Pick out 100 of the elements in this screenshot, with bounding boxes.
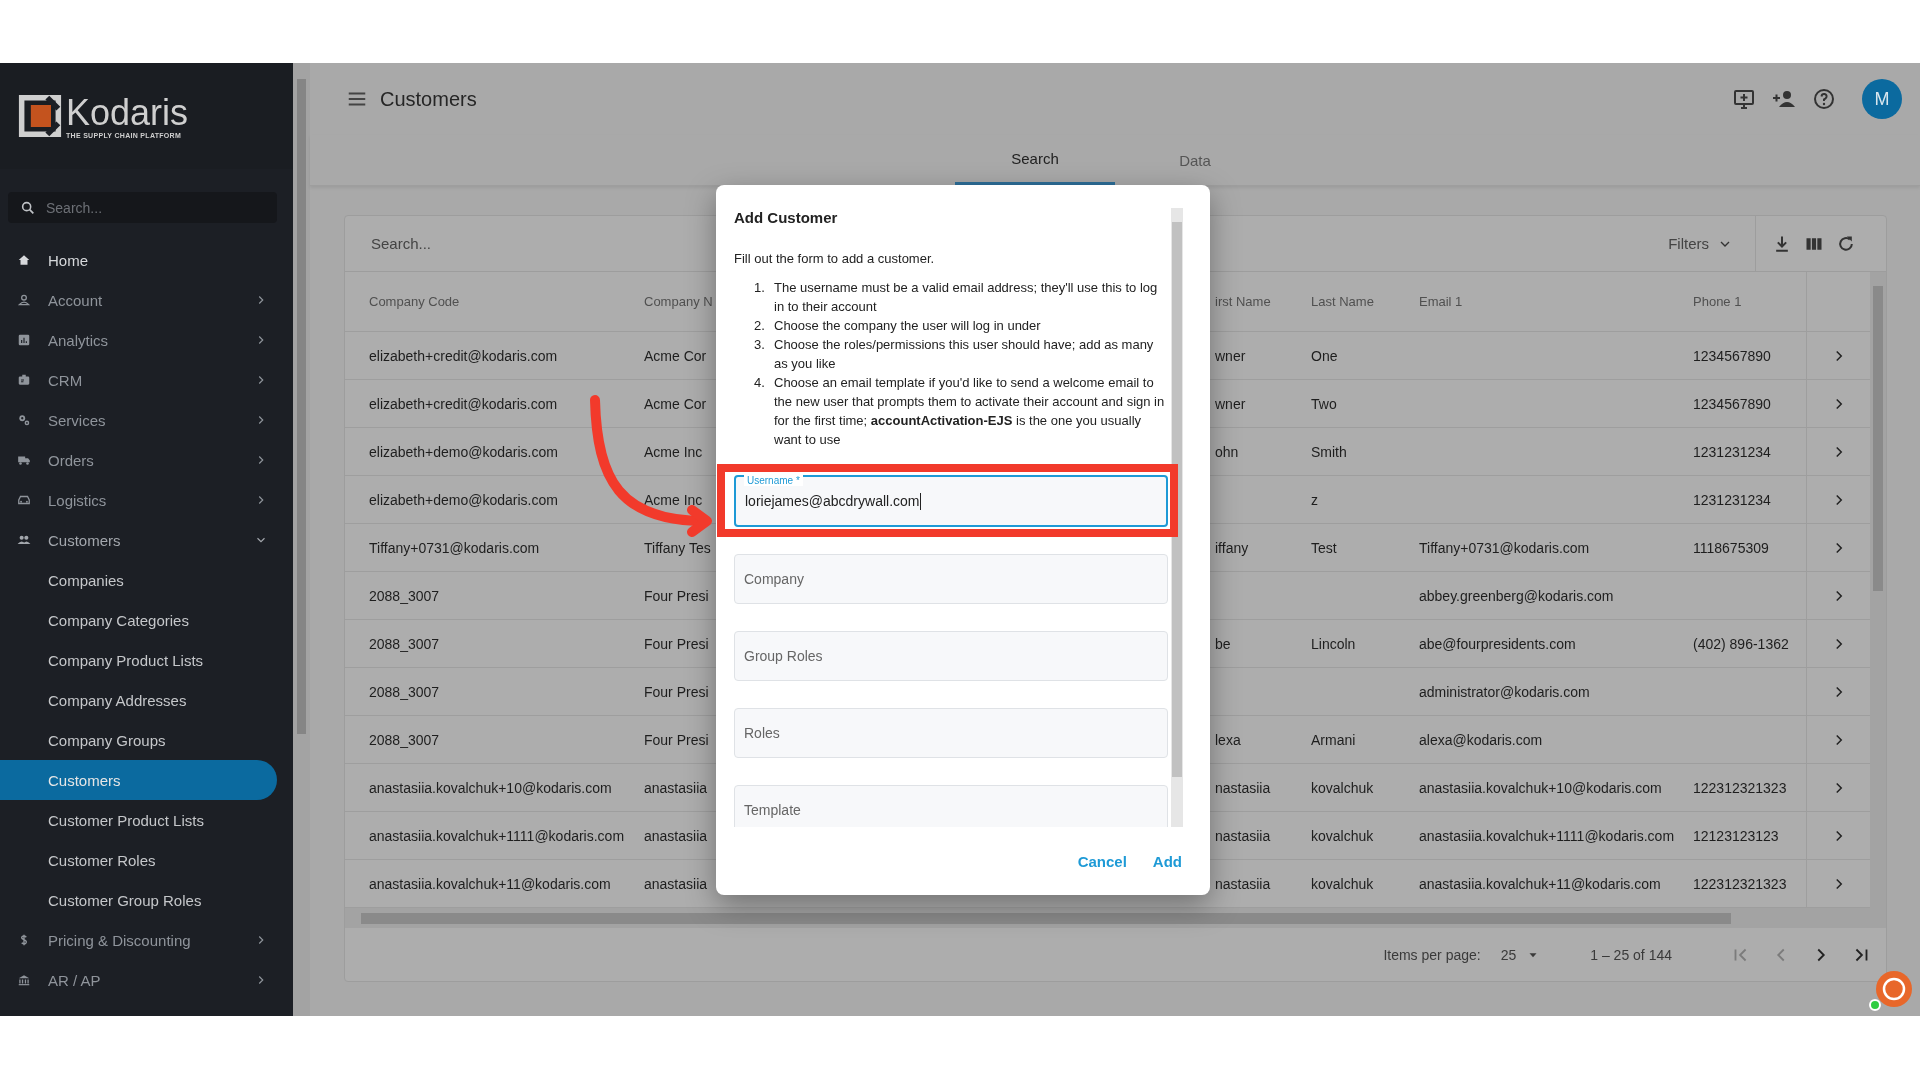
table-cell-text: ohn: [1215, 443, 1240, 460]
dialog-button[interactable]: Add: [1144, 846, 1190, 876]
table-cell-text: abbey.greenberg@kodaris.com: [1419, 587, 1615, 604]
dialog-title: Add Customer: [734, 208, 839, 228]
instruction-text: Fill out the form to add a customer.: [734, 251, 936, 266]
nav-item[interactable]: Logistics: [0, 480, 293, 520]
table-cell-text: Four Presi: [644, 731, 710, 748]
table-cell-text: Smith: [1311, 443, 1348, 460]
nav-item[interactable]: Customers: [0, 520, 293, 560]
nav-item[interactable]: Company Categories: [0, 600, 277, 640]
scrollbar-thumb[interactable]: [361, 912, 1731, 924]
monitor-plus-icon[interactable]: [1732, 87, 1756, 111]
table-cell-text: nastasiia: [1215, 827, 1272, 844]
table-cell-text: administrator@kodaris.com: [1419, 683, 1591, 700]
input-field[interactable]: Company: [734, 554, 1168, 604]
nav-item[interactable]: Customer Roles: [0, 840, 277, 880]
table-cell-text: nastasiia: [1215, 875, 1272, 892]
input-field[interactable]: Template: [734, 785, 1168, 827]
nav-item[interactable]: Services: [0, 400, 293, 440]
table-cell-text: Armani: [1311, 731, 1357, 748]
instruction-step: Choose an email template if you'd like to send a welcome email to the new user that prompts them to activate their account and sign in for the first time; accountActivation-EJS is the one you usually want to use: [774, 373, 1168, 449]
nav-item[interactable]: Companies: [0, 560, 277, 600]
table-cell-text: nastasiia: [1215, 779, 1272, 796]
search-field[interactable]: Search...: [369, 234, 1657, 253]
field-placeholder: Template: [743, 802, 801, 818]
input-field[interactable]: Roles: [734, 708, 1168, 758]
table-cell-text: 2088_3007: [369, 683, 441, 700]
nav-item[interactable]: Pricing & Discounting: [0, 920, 293, 960]
table-cell-text: 122312321323: [1693, 779, 1788, 796]
instruction-step: The username must be a valid email address; they'll use this to log in to their account: [774, 278, 1168, 316]
avatar[interactable]: M: [1862, 79, 1902, 119]
table-cell-text: elizabeth+credit@kodaris.com: [369, 395, 559, 412]
instruction-step: Choose the roles/permissions this user should have; add as many as you like: [774, 335, 1168, 373]
nav-item[interactable]: Account: [0, 280, 293, 320]
input-field[interactable]: Username * loriejames@abcdrywall.com: [734, 475, 1168, 527]
table-cell-text: Lincoln: [1311, 635, 1357, 652]
table-cell-text: anastasiia.kovalchuk+11@kodaris.com: [1419, 875, 1662, 892]
table-cell-text: 1231231234: [1693, 443, 1772, 460]
scrollbar-thumb[interactable]: [1873, 286, 1883, 591]
page-size-select[interactable]: 25: [1500, 946, 1541, 963]
dialog-button[interactable]: Cancel: [1069, 846, 1135, 876]
column-header: Email 1: [1419, 294, 1464, 309]
table-cell-text: Test: [1311, 539, 1338, 556]
search-icon: [20, 199, 36, 216]
filters-button[interactable]: Filters: [1668, 235, 1733, 252]
list-marker: 1.: [754, 279, 766, 297]
table-cell-text: 2088_3007: [369, 731, 441, 748]
nav-item[interactable]: Company Addresses: [0, 680, 277, 720]
table-cell-text: Acme Cor: [644, 395, 708, 412]
nav-item[interactable]: CRM: [0, 360, 293, 400]
gears-icon: [17, 413, 31, 427]
person-icon: [17, 293, 31, 307]
table-cell-text: kovalchuk: [1311, 827, 1375, 844]
table-cell-text: Acme Cor: [644, 347, 708, 364]
table-cell-text: anastasiia: [644, 779, 709, 796]
instruction-step: Choose the company the user will log in under: [774, 316, 1168, 335]
nav-item[interactable]: Orders: [0, 440, 293, 480]
scrollbar-thumb[interactable]: [297, 79, 306, 734]
table-cell-text: Four Presi: [644, 683, 710, 700]
text-cursor: [919, 492, 921, 510]
table-cell-text: Acme Inc: [644, 491, 704, 508]
table-cell-text: One: [1311, 347, 1339, 364]
home-icon: [17, 253, 31, 267]
scrollbar[interactable]: [293, 63, 310, 1016]
help-icon[interactable]: [1812, 87, 1836, 111]
nav-item[interactable]: Company Product Lists: [0, 640, 277, 680]
column-header: Phone 1: [1693, 294, 1743, 309]
nav-item[interactable]: AR / AP: [0, 960, 293, 1000]
input-field[interactable]: Group Roles: [734, 631, 1168, 681]
list-marker: 4.: [754, 374, 766, 392]
page-range: 1 – 25 of 144: [1590, 946, 1672, 963]
nav-item[interactable]: Analytics: [0, 320, 293, 360]
scrollbar[interactable]: [345, 908, 1886, 928]
list-marker: 3.: [754, 336, 766, 354]
table-cell-text: Tiffany Tes: [644, 539, 712, 556]
scrollbar-thumb[interactable]: [1172, 222, 1182, 777]
card-icon: [17, 373, 31, 387]
table-cell-text: Acme Inc: [644, 443, 704, 460]
table-cell-text: elizabeth+demo@kodaris.com: [369, 491, 559, 508]
search-field[interactable]: Search...: [8, 192, 277, 223]
bank-icon: [17, 973, 31, 987]
table-cell-text: anastasiia.kovalchuk+10@kodaris.com: [1419, 779, 1663, 796]
column-header: Company N: [644, 294, 714, 309]
table-cell-text: elizabeth+credit@kodaris.com: [369, 347, 559, 364]
table-cell-text: 1231231234: [1693, 491, 1772, 508]
column-header: Company Code: [369, 294, 461, 309]
table-cell-text: 122312321323: [1693, 875, 1788, 892]
nav-item[interactable]: Customer Group Roles: [0, 880, 277, 920]
scrollbar[interactable]: [1870, 272, 1886, 908]
scrollbar[interactable]: [1171, 208, 1183, 827]
nav-item[interactable]: Home: [0, 240, 293, 280]
tab[interactable]: Data: [1115, 135, 1275, 185]
people-icon: [17, 533, 31, 547]
nav-item[interactable]: Company Groups: [0, 720, 277, 760]
nav-item[interactable]: Customers: [0, 760, 277, 800]
logo-icon: [18, 94, 62, 138]
table-cell-text: anastasiia.kovalchuk+10@kodaris.com: [369, 779, 613, 796]
nav-item[interactable]: Customer Product Lists: [0, 800, 277, 840]
table-cell-text: Four Presi: [644, 635, 710, 652]
chart-icon: [17, 333, 31, 347]
